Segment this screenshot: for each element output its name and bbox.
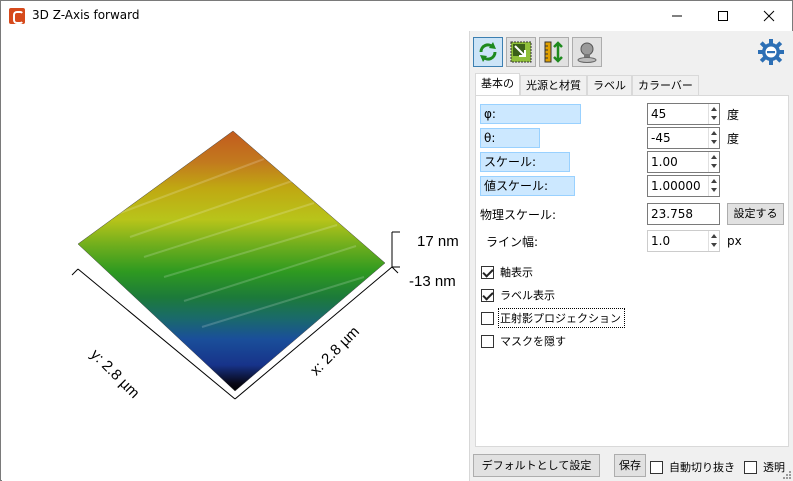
hide-mask-label: マスクを隠す (500, 335, 566, 348)
autocrop-checkbox[interactable]: 自動切り抜き (650, 459, 735, 475)
tab-labels[interactable]: ラベル (587, 75, 632, 95)
transparent-checkbox[interactable]: 透明 (744, 459, 785, 475)
show-axes-label: 軸表示 (500, 266, 533, 279)
phi-spin-arrows[interactable] (708, 104, 719, 124)
scale-label: スケール: (480, 152, 570, 172)
value-scale-value: 1.00000 (651, 179, 701, 193)
orthographic-check[interactable] (481, 311, 494, 325)
orthographic-label: 正射影プロジェクション (498, 308, 625, 328)
line-width-spin-arrows[interactable] (708, 231, 719, 251)
line-width-label: ライン幅: (486, 235, 539, 249)
theta-spinbox[interactable]: -45 (647, 127, 720, 149)
window: 3D Z-Axis forward 17 nm -13 nm y: 2.8 µm… (0, 0, 793, 481)
hide-mask-checkbox[interactable]: マスクを隠す (481, 333, 566, 349)
minimize-button[interactable] (654, 1, 700, 31)
tab-basic[interactable]: 基本の (475, 73, 520, 95)
phi-label: φ: (480, 104, 581, 124)
show-labels-checkbox[interactable]: ラベル表示 (481, 287, 555, 303)
settings-panel: 基本の 光源と材質 ラベル カラーバー φ: 45 度 θ: -45 度 スケー… (469, 31, 793, 481)
phi-unit: 度 (727, 108, 740, 122)
tab-bar: 基本の 光源と材質 ラベル カラーバー (475, 73, 699, 95)
set-default-button[interactable]: デフォルトとして設定 (473, 454, 600, 477)
save-button[interactable]: 保存 (614, 454, 646, 477)
scale-spinbox[interactable]: 1.00 (647, 151, 720, 173)
show-labels-label: ラベル表示 (500, 289, 555, 302)
scale-tool-button[interactable] (506, 37, 536, 67)
theta-label: θ: (480, 128, 540, 148)
show-labels-check[interactable] (481, 288, 494, 302)
theta-spin-arrows[interactable] (708, 128, 719, 148)
scale-value: 1.00 (651, 155, 678, 169)
maximize-icon (718, 11, 728, 21)
light-tool-button[interactable] (572, 37, 602, 67)
scale-spin-arrows[interactable] (708, 152, 719, 172)
phi-value: 45 (651, 107, 667, 121)
z-min-label: -13 nm (409, 273, 456, 290)
phi-spinbox[interactable]: 45 (647, 103, 720, 125)
show-axes-check[interactable] (481, 265, 494, 279)
tab-colorbar[interactable]: カラーバー (632, 75, 699, 95)
line-width-spinbox[interactable]: 1.0 (647, 230, 720, 252)
rotate-icon (479, 42, 497, 62)
z-max-label: 17 nm (417, 233, 459, 250)
minimize-icon (672, 15, 682, 17)
maximize-button[interactable] (700, 1, 746, 31)
value-scale-spin-arrows[interactable] (708, 176, 719, 196)
theta-unit: 度 (727, 132, 740, 146)
gear-icon (758, 39, 784, 65)
orthographic-checkbox[interactable]: 正射影プロジェクション (481, 308, 625, 328)
scale-icon (510, 41, 532, 63)
value-scale-spinbox[interactable]: 1.00000 (647, 175, 720, 197)
value-scale-label: 値スケール: (480, 176, 575, 196)
physical-scale-label: 物理スケール: (480, 208, 557, 222)
3d-view[interactable]: 17 nm -13 nm y: 2.8 µm x: 2.8 µm (2, 31, 469, 481)
resize-grip-icon[interactable] (782, 470, 792, 480)
autocrop-label: 自動切り抜き (669, 461, 735, 474)
light-icon (577, 42, 597, 63)
close-icon (763, 10, 775, 22)
autocrop-check[interactable] (650, 460, 663, 474)
line-width-unit: px (727, 234, 742, 248)
app-icon (9, 8, 25, 24)
hide-mask-check[interactable] (481, 334, 494, 348)
theta-value: -45 (651, 131, 671, 145)
rotate-tool-button[interactable] (473, 37, 503, 67)
tab-light-material[interactable]: 光源と材質 (520, 75, 587, 95)
basic-tab-page: φ: 45 度 θ: -45 度 スケール: 1.00 値スケール: 1.000… (475, 95, 789, 447)
line-width-value: 1.0 (651, 234, 671, 248)
close-button[interactable] (746, 1, 792, 31)
z-scale-icon (544, 41, 563, 63)
surface-plot (71, 130, 400, 400)
title-bar: 3D Z-Axis forward (1, 1, 792, 31)
transparent-check[interactable] (744, 460, 757, 474)
window-title: 3D Z-Axis forward (32, 8, 140, 22)
physical-scale-field[interactable]: 23.758 (647, 203, 720, 225)
show-axes-checkbox[interactable]: 軸表示 (481, 264, 533, 280)
set-physical-scale-button[interactable]: 設定する (727, 203, 784, 225)
panel-settings-button[interactable] (756, 37, 786, 67)
z-scale-tool-button[interactable] (539, 37, 569, 67)
